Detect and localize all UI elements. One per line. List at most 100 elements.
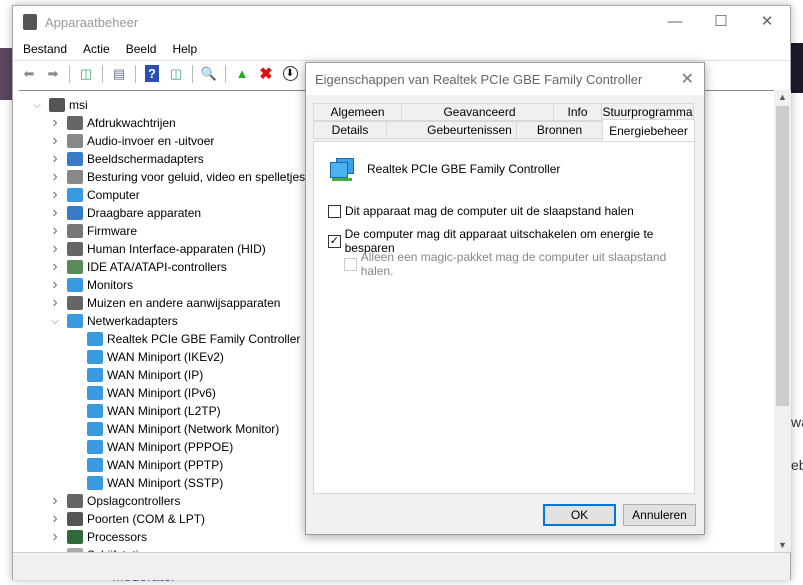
collapse-chevron-icon[interactable]: › xyxy=(49,492,61,510)
dialog-title: Eigenschappen van Realtek PCIe GBE Famil… xyxy=(306,63,704,95)
uninstall-icon[interactable]: ✖ xyxy=(256,64,276,84)
device-category-icon xyxy=(49,98,65,112)
tree-category[interactable]: › Draagbare apparaten xyxy=(49,204,201,222)
tree-category[interactable]: › Afdrukwachtrijen xyxy=(49,114,176,132)
tree-category-label: Afdrukwachtrijen xyxy=(87,116,176,130)
divider xyxy=(135,64,136,83)
tab-bronnen[interactable]: Bronnen xyxy=(516,121,603,139)
disable-device-icon[interactable]: ⬇ xyxy=(280,64,300,84)
collapse-chevron-icon[interactable]: › xyxy=(49,258,61,276)
dialog-close-icon[interactable]: ✕ xyxy=(681,69,694,89)
tree-device[interactable]: WAN Miniport (PPPOE) xyxy=(69,438,233,456)
tree-category-label: Firmware xyxy=(87,224,137,238)
menu-bar: Bestand Actie Beeld Help xyxy=(13,38,790,60)
scroll-up-icon[interactable]: ▲ xyxy=(778,92,787,102)
tree-device-label: WAN Miniport (IKEv2) xyxy=(107,350,224,364)
tree-device[interactable]: WAN Miniport (IKEv2) xyxy=(69,348,224,366)
help-icon[interactable]: ? xyxy=(142,64,162,84)
tree-category[interactable]: › Computer xyxy=(49,186,139,204)
device-category-icon xyxy=(67,530,83,544)
collapse-chevron-icon[interactable]: › xyxy=(49,204,61,222)
cancel-button[interactable]: Annuleren xyxy=(623,504,696,526)
properties-icon[interactable]: ▤ xyxy=(109,64,129,84)
maximize-button[interactable]: ☐ xyxy=(698,6,744,36)
tree-category[interactable]: › Human Interface-apparaten (HID) xyxy=(49,240,265,258)
collapse-chevron-icon[interactable]: › xyxy=(49,294,61,312)
collapse-chevron-icon[interactable]: › xyxy=(49,186,61,204)
tree-category[interactable]: › Poorten (COM & LPT) xyxy=(49,510,205,528)
minimize-button[interactable]: — xyxy=(652,6,698,36)
tab-details[interactable]: Details xyxy=(313,121,387,139)
collapse-chevron-icon[interactable]: › xyxy=(49,240,61,258)
scroll-down-icon[interactable]: ▼ xyxy=(778,540,787,550)
tree-device[interactable]: WAN Miniport (IPv6) xyxy=(69,384,216,402)
tree-device[interactable]: WAN Miniport (SSTP) xyxy=(69,474,223,492)
tab-info[interactable]: Info xyxy=(553,103,602,121)
tree-root[interactable]: ⌵ msi xyxy=(31,96,88,114)
menu-bestand[interactable]: Bestand xyxy=(23,42,67,56)
device-category-icon xyxy=(67,278,83,292)
menu-beeld[interactable]: Beeld xyxy=(126,42,157,56)
tab-geavanceerd[interactable]: Geavanceerd xyxy=(401,103,558,121)
device-category-icon xyxy=(87,476,103,490)
divider xyxy=(102,64,103,83)
scroll-thumb[interactable] xyxy=(776,106,789,406)
collapse-chevron-icon[interactable]: › xyxy=(49,276,61,294)
tree-category[interactable]: › Processors xyxy=(49,528,147,546)
tree-category[interactable]: › Muizen en andere aanwijsapparaten xyxy=(49,294,280,312)
device-category-icon xyxy=(87,404,103,418)
scan-hardware-icon[interactable]: 🔍 xyxy=(199,64,219,84)
tree-category[interactable]: › IDE ATA/ATAPI-controllers xyxy=(49,258,226,276)
tab-energiebeheer[interactable]: Energiebeheer xyxy=(602,119,695,141)
menu-help[interactable]: Help xyxy=(172,42,197,56)
tree-category[interactable]: › Firmware xyxy=(49,222,137,240)
option-checkbox-0[interactable]: Dit apparaat mag de computer uit de slaa… xyxy=(328,204,634,218)
action-pane-icon[interactable]: ◫ xyxy=(166,64,186,84)
checkbox[interactable] xyxy=(344,257,357,271)
device-category-icon xyxy=(87,458,103,472)
tree-category[interactable]: › Beeldschermadapters xyxy=(49,150,203,168)
tab-algemeen[interactable]: Algemeen xyxy=(313,103,402,121)
collapse-chevron-icon[interactable]: › xyxy=(49,150,61,168)
tree-category[interactable]: › Audio-invoer en -uitvoer xyxy=(49,132,214,150)
update-driver-icon[interactable]: ▲ xyxy=(232,64,252,84)
expand-chevron-icon[interactable]: ⌵ xyxy=(49,316,61,327)
device-category-icon xyxy=(67,116,83,130)
tree-category[interactable]: › Besturing voor geluid, video en spellet… xyxy=(49,168,305,186)
tree-device[interactable]: WAN Miniport (PPTP) xyxy=(69,456,223,474)
tree-category-label: Netwerkadapters xyxy=(87,314,178,328)
forward-icon[interactable]: ➡ xyxy=(43,64,63,84)
device-category-icon xyxy=(67,242,83,256)
back-icon[interactable]: ⬅ xyxy=(19,64,39,84)
console-tree-icon[interactable]: ◫ xyxy=(76,64,96,84)
collapse-chevron-icon[interactable]: › xyxy=(49,114,61,132)
tree-device[interactable]: WAN Miniport (L2TP) xyxy=(69,402,221,420)
collapse-chevron-icon[interactable]: › xyxy=(49,222,61,240)
option-label: Dit apparaat mag de computer uit de slaa… xyxy=(345,204,634,218)
ok-button[interactable]: OK xyxy=(543,504,616,526)
close-button[interactable]: ✕ xyxy=(744,6,790,36)
vertical-scrollbar[interactable]: ▲ ▼ xyxy=(774,90,791,552)
tree-device[interactable]: Realtek PCIe GBE Family Controller xyxy=(69,330,300,348)
device-category-icon xyxy=(67,224,83,238)
expand-chevron-icon[interactable]: ⌵ xyxy=(31,100,43,111)
tree-category[interactable]: ⌵ Netwerkadapters xyxy=(49,312,178,330)
device-category-icon xyxy=(87,350,103,364)
collapse-chevron-icon[interactable]: › xyxy=(49,510,61,528)
collapse-chevron-icon[interactable]: › xyxy=(49,528,61,546)
checkbox[interactable] xyxy=(328,204,341,218)
device-category-icon xyxy=(87,440,103,454)
tree-category[interactable]: › Monitors xyxy=(49,276,133,294)
device-category-icon xyxy=(67,314,83,328)
collapse-chevron-icon[interactable]: › xyxy=(49,132,61,150)
tree-device[interactable]: WAN Miniport (Network Monitor) xyxy=(69,420,279,438)
collapse-chevron-icon[interactable]: › xyxy=(49,168,61,186)
tree-device[interactable]: WAN Miniport (IP) xyxy=(69,366,203,384)
tree-category[interactable]: › Opslagcontrollers xyxy=(49,492,180,510)
checkbox[interactable]: ✓ xyxy=(328,234,341,248)
menu-actie[interactable]: Actie xyxy=(83,42,110,56)
device-category-icon xyxy=(67,296,83,310)
tree-device-label: WAN Miniport (IPv6) xyxy=(107,386,216,400)
tree-device-label: WAN Miniport (IP) xyxy=(107,368,204,382)
tree-device-label: WAN Miniport (Network Monitor) xyxy=(107,422,280,436)
